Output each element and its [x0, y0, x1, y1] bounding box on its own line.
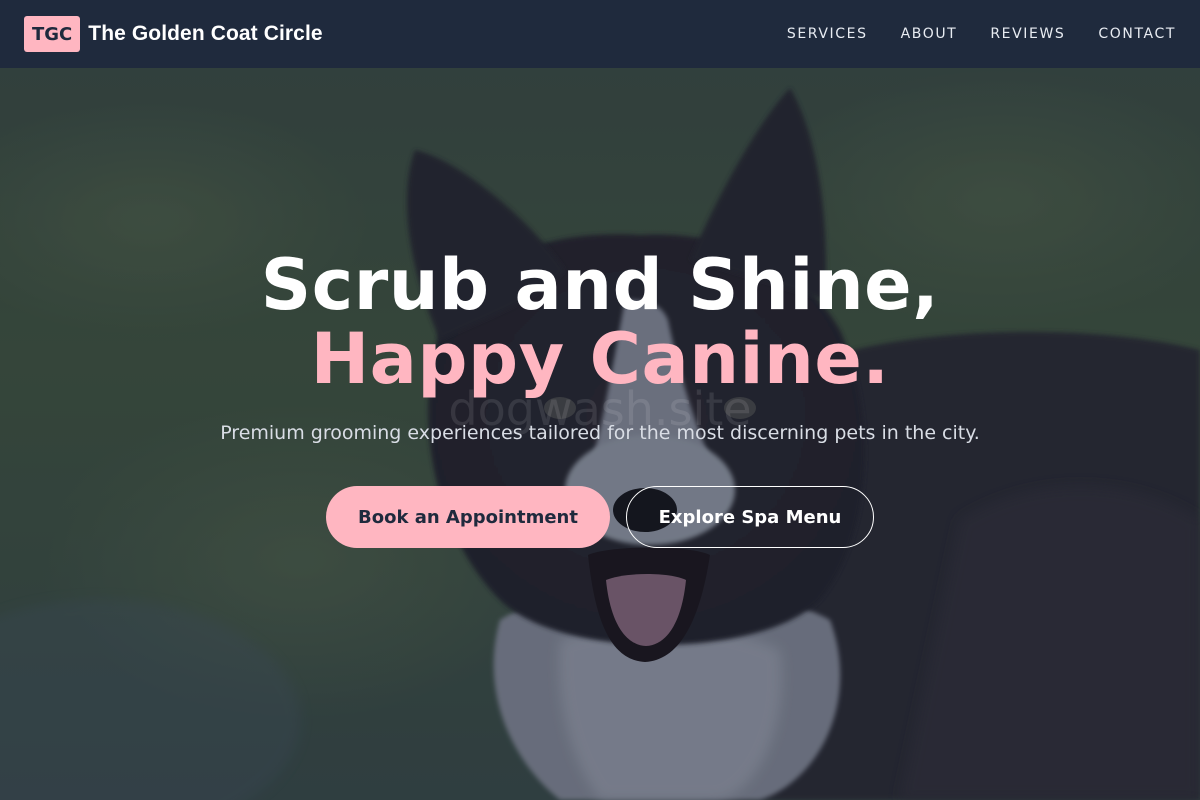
- hero-headline-line-2: Happy Canine.: [310, 318, 890, 400]
- hero-headline: Scrub and Shine, Happy Canine.: [0, 248, 1200, 396]
- top-navigation-bar: TGC The Golden Coat Circle SERVICES ABOU…: [0, 0, 1200, 68]
- hero-cta-row: Book an Appointment Explore Spa Menu: [0, 486, 1200, 548]
- hero-section: dogwash.site Scrub and Shine, Happy Cani…: [0, 248, 1200, 548]
- nav-links: SERVICES ABOUT REVIEWS CONTACT: [787, 26, 1176, 42]
- brand-logo-badge[interactable]: TGC: [24, 16, 81, 52]
- page: TGC The Golden Coat Circle SERVICES ABOU…: [0, 0, 1200, 800]
- hero-headline-line-1: Scrub and Shine,: [260, 244, 940, 326]
- book-appointment-button[interactable]: Book an Appointment: [326, 486, 610, 548]
- brand-name[interactable]: The Golden Coat Circle: [88, 22, 322, 46]
- nav-link-contact[interactable]: CONTACT: [1098, 26, 1176, 42]
- nav-link-about[interactable]: ABOUT: [901, 26, 958, 42]
- hero-subtitle: Premium grooming experiences tailored fo…: [220, 422, 980, 444]
- brand[interactable]: TGC The Golden Coat Circle: [24, 16, 323, 52]
- nav-link-reviews[interactable]: REVIEWS: [990, 26, 1065, 42]
- nav-link-services[interactable]: SERVICES: [787, 26, 868, 42]
- explore-spa-menu-button[interactable]: Explore Spa Menu: [626, 486, 874, 548]
